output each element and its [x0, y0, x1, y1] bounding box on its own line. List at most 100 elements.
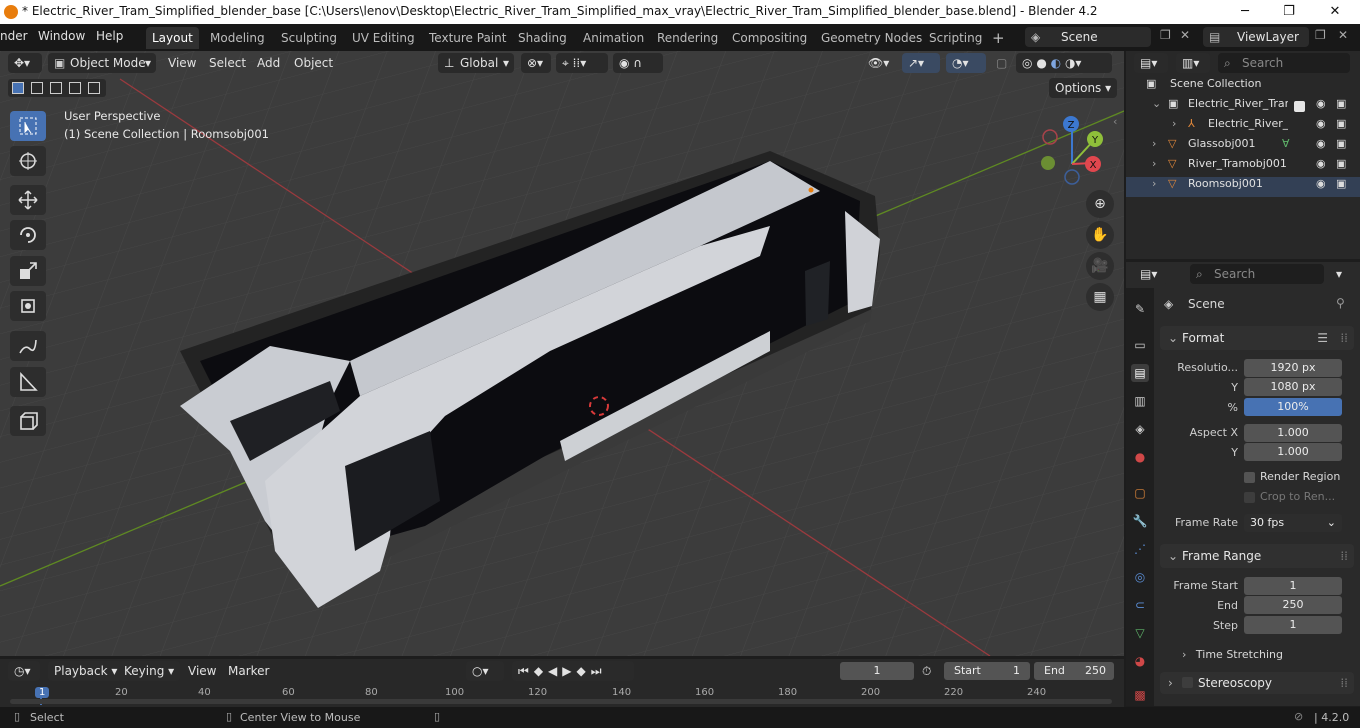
- tool-cursor[interactable]: [10, 146, 46, 176]
- chevron-right-icon[interactable]: ›: [1172, 117, 1176, 130]
- menu-object[interactable]: Object: [294, 53, 333, 73]
- scene-tab-icon[interactable]: ◈: [1131, 420, 1149, 438]
- tool-transform[interactable]: [10, 291, 46, 321]
- tool-add-cube[interactable]: [10, 406, 46, 436]
- frame-end-field[interactable]: 250: [1244, 596, 1342, 614]
- camera-view-icon[interactable]: 🎥: [1086, 252, 1114, 280]
- eye-icon[interactable]: ◉: [1316, 177, 1326, 190]
- select-subtract-icon[interactable]: [50, 82, 62, 94]
- outliner-row-glassobj001[interactable]: › ▽ Glassobj001 ∀ ◉ ▣: [1126, 137, 1360, 157]
- pin-icon[interactable]: ⚲: [1336, 296, 1345, 310]
- outliner-row-roomsobj001[interactable]: › ▽ Roomsobj001 ◉ ▣: [1126, 177, 1360, 197]
- minimize-button[interactable]: ─: [1222, 0, 1268, 24]
- tab-animation[interactable]: Animation: [577, 27, 650, 49]
- crop-checkbox[interactable]: [1244, 492, 1255, 503]
- transform-orientation-dropdown[interactable]: ⊥ Global ▾: [438, 53, 514, 73]
- eye-icon[interactable]: ◉: [1316, 97, 1326, 110]
- checkbox-icon[interactable]: [1294, 101, 1305, 112]
- object-mode-dropdown[interactable]: Object Mode ▣ ▾: [48, 53, 156, 73]
- object-tab-icon[interactable]: ▢: [1131, 484, 1149, 502]
- select-mode-buttons[interactable]: [8, 79, 106, 97]
- proportional-edit-icon[interactable]: ◉ ∩: [613, 53, 663, 73]
- zoom-icon[interactable]: ⊕: [1086, 190, 1114, 218]
- data-tab-icon[interactable]: ▽: [1131, 624, 1149, 642]
- properties-search-input[interactable]: ⌕ Search: [1190, 264, 1324, 284]
- timeline-scrollbar[interactable]: [10, 699, 1112, 704]
- shading-mode-group[interactable]: ◎ ● ◐ ◑▾: [1016, 53, 1112, 73]
- tab-uv-editing[interactable]: UV Editing: [346, 27, 421, 49]
- visibility-icon[interactable]: 👁▾: [868, 53, 889, 73]
- select-invert-icon[interactable]: [69, 82, 81, 94]
- xray-icon[interactable]: ▢: [996, 53, 1007, 73]
- tab-modeling[interactable]: Modeling: [204, 27, 271, 49]
- drag-handle-icon[interactable]: ⁞⁞: [1340, 326, 1348, 350]
- view-layer-tab-icon[interactable]: ▥: [1131, 392, 1149, 410]
- properties-editor-type-icon[interactable]: ▤▾: [1134, 264, 1168, 284]
- presets-icon[interactable]: ☰: [1317, 326, 1328, 350]
- camera-icon[interactable]: ▣: [1336, 97, 1346, 110]
- select-new-icon[interactable]: [12, 82, 24, 94]
- outliner-row-armature[interactable]: › ⅄ Electric_River_T ◉ ▣: [1126, 117, 1360, 137]
- viewlayer-copy-icon[interactable]: ❐: [1315, 28, 1326, 42]
- eye-icon[interactable]: ◉: [1316, 157, 1326, 170]
- viewlayer-remove-icon[interactable]: ✕: [1338, 28, 1348, 42]
- overlay-toggle-icon[interactable]: ◔▾: [946, 53, 986, 73]
- close-button[interactable]: ✕: [1312, 0, 1358, 24]
- output-tab-icon[interactable]: ▤: [1131, 364, 1149, 382]
- snap-icon[interactable]: ⌖ ⁞⁞▾: [556, 53, 608, 73]
- pivot-point-icon[interactable]: ⊗▾: [521, 53, 551, 73]
- menu-render[interactable]: nder: [0, 29, 28, 43]
- scene-selector[interactable]: ◈ Scene: [1025, 27, 1151, 47]
- aspect-y-field[interactable]: 1.000: [1244, 443, 1342, 461]
- camera-icon[interactable]: ▣: [1336, 137, 1346, 150]
- tab-geometry-nodes[interactable]: Geometry Nodes: [815, 27, 928, 49]
- tab-texture-paint[interactable]: Texture Paint: [423, 27, 512, 49]
- sidebar-toggle-icon[interactable]: ‹: [1113, 115, 1117, 128]
- viewlayer-selector[interactable]: ▤ ViewLayer: [1203, 27, 1309, 47]
- rendered-shading-icon[interactable]: ◑: [1065, 56, 1075, 70]
- 3d-viewport[interactable]: Z Y X ✥▾ Object Mode ▣ ▾ View Select Add…: [0, 51, 1124, 656]
- time-stretching-subpanel[interactable]: › Time Stretching: [1182, 648, 1283, 661]
- tab-sculpting[interactable]: Sculpting: [275, 27, 343, 49]
- wireframe-shading-icon[interactable]: ◎: [1022, 56, 1032, 70]
- world-tab-icon[interactable]: ●: [1131, 448, 1149, 466]
- frame-rate-dropdown[interactable]: 30 fps ⌄: [1244, 514, 1342, 532]
- resolution-y-field[interactable]: 1080 px: [1244, 378, 1342, 396]
- eye-icon[interactable]: ◉: [1316, 117, 1326, 130]
- resolution-percent-field[interactable]: 100%: [1244, 398, 1342, 416]
- chevron-right-icon[interactable]: ›: [1152, 157, 1156, 170]
- options-dropdown[interactable]: Options ▾: [1049, 78, 1117, 98]
- stereoscopy-panel-header[interactable]: › Stereoscopy ⁞⁞: [1160, 672, 1354, 694]
- tool-move[interactable]: [10, 185, 46, 215]
- eye-icon[interactable]: ◉: [1316, 137, 1326, 150]
- tool-measure[interactable]: [10, 367, 46, 397]
- outliner-row-river-tramobj001[interactable]: › ▽ River_Tramobj001 ◉ ▣: [1126, 157, 1360, 177]
- drag-handle-icon[interactable]: ⁞⁞: [1340, 672, 1348, 694]
- camera-icon[interactable]: ▣: [1336, 157, 1346, 170]
- particles-tab-icon[interactable]: ⋰: [1131, 540, 1149, 558]
- material-tab-icon[interactable]: ◕: [1131, 652, 1149, 670]
- tool-select-box[interactable]: [10, 111, 46, 141]
- tab-rendering[interactable]: Rendering: [651, 27, 724, 49]
- camera-icon[interactable]: ▣: [1336, 117, 1346, 130]
- frame-step-field[interactable]: 1: [1244, 616, 1342, 634]
- menu-view[interactable]: View: [168, 53, 196, 73]
- tool-tab-icon[interactable]: ✎: [1131, 300, 1149, 318]
- tool-annotate[interactable]: [10, 331, 46, 361]
- tab-shading[interactable]: Shading: [512, 27, 573, 49]
- render-region-checkbox[interactable]: [1244, 472, 1255, 483]
- select-intersect-icon[interactable]: [88, 82, 100, 94]
- outliner-row-electric-river-tram[interactable]: ⌄ ▣ Electric_River_Tram ◉ ▣: [1126, 97, 1360, 117]
- tab-compositing[interactable]: Compositing: [726, 27, 813, 49]
- editor-type-icon[interactable]: ✥▾: [8, 53, 42, 73]
- format-panel-header[interactable]: ⌄ Format ☰ ⁞⁞: [1160, 326, 1354, 350]
- ortho-grid-icon[interactable]: ▦: [1086, 283, 1114, 311]
- gizmo-toggle-icon[interactable]: ↗▾: [902, 53, 940, 73]
- scene-copy-icon[interactable]: ❐: [1160, 28, 1171, 42]
- add-workspace-button[interactable]: +: [986, 27, 1011, 49]
- solid-shading-icon[interactable]: ●: [1036, 56, 1046, 70]
- menu-add[interactable]: Add: [257, 53, 280, 73]
- select-extend-icon[interactable]: [31, 82, 43, 94]
- constraints-tab-icon[interactable]: ⊂: [1131, 596, 1149, 614]
- texture-tab-icon[interactable]: ▩: [1131, 686, 1149, 704]
